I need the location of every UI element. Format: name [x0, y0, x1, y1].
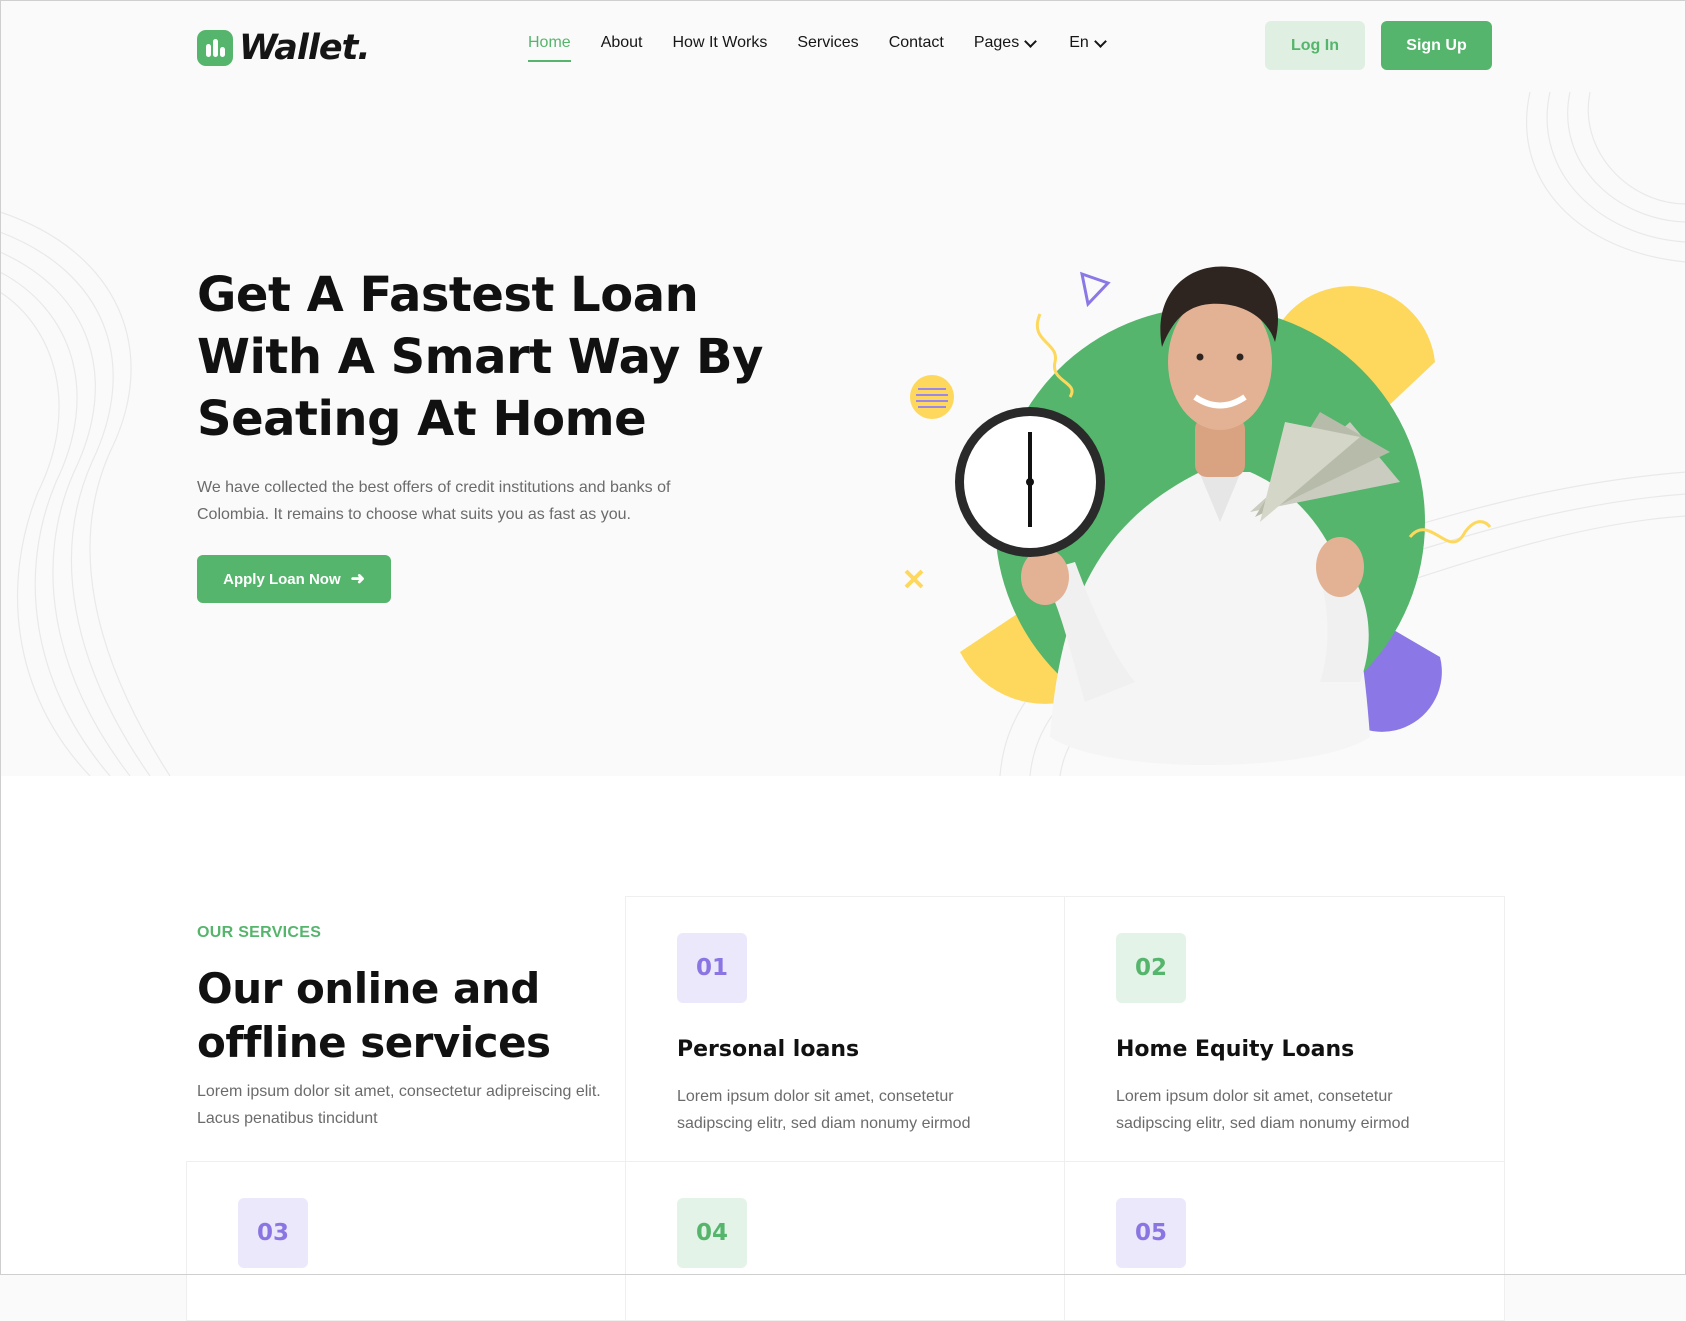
- nav-item-about[interactable]: About: [601, 34, 643, 64]
- nav-item-home[interactable]: Home: [528, 34, 571, 64]
- purple-triangle-outline: [1080, 271, 1111, 308]
- hero-illustration: [904, 266, 1492, 766]
- service-number: 03: [238, 1198, 308, 1268]
- nav-item-how-it-works[interactable]: How It Works: [673, 34, 768, 64]
- hero-description: We have collected the best offers of cre…: [197, 479, 671, 523]
- main-nav: Home About How It Works Services Contact…: [528, 34, 1135, 64]
- apply-loan-button[interactable]: Apply Loan Now ➜: [197, 555, 391, 603]
- signup-button[interactable]: Sign Up: [1381, 21, 1492, 70]
- service-number: 01: [677, 933, 747, 1003]
- service-number: 05: [1116, 1198, 1186, 1268]
- nav-item-services[interactable]: Services: [797, 34, 858, 64]
- service-description: Lorem ipsum dolor sit amet, consetetur s…: [677, 1088, 971, 1132]
- service-card[interactable]: 02 Home Equity Loans Lorem ipsum dolor s…: [1064, 896, 1505, 1162]
- services-kicker: OUR SERVICES: [197, 924, 322, 941]
- services-title: Our online and offline services: [197, 964, 551, 1067]
- service-number: 04: [677, 1198, 747, 1268]
- yellow-striped-dot: [910, 375, 954, 419]
- login-button[interactable]: Log In: [1265, 21, 1365, 70]
- brand-name: Wallet.: [239, 28, 371, 68]
- services-description: Lorem ipsum dolor sit amet, consectetur …: [197, 1083, 601, 1127]
- hero-title: Get A Fastest Loan With A Smart Way By S…: [197, 267, 763, 447]
- site-header: Wallet. Home About How It Works Services…: [0, 0, 1686, 92]
- service-card[interactable]: 03: [186, 1161, 626, 1321]
- yellow-cross: [904, 569, 924, 589]
- arrow-right-icon: ➜: [350, 569, 365, 588]
- chevron-down-icon: [1024, 35, 1038, 48]
- brand-logo[interactable]: Wallet.: [197, 28, 371, 68]
- service-card[interactable]: 05: [1064, 1161, 1505, 1321]
- service-card[interactable]: 01 Personal loans Lorem ipsum dolor sit …: [625, 896, 1065, 1162]
- service-title: Personal loans: [677, 1037, 860, 1062]
- nav-item-contact[interactable]: Contact: [889, 34, 944, 64]
- service-description: Lorem ipsum dolor sit amet, consetetur s…: [1116, 1088, 1410, 1132]
- service-card[interactable]: 04: [625, 1161, 1065, 1321]
- chevron-down-icon: [1093, 35, 1107, 48]
- logo-icon: [197, 30, 233, 66]
- services-section: OUR SERVICES Our online and offline serv…: [0, 776, 1686, 1321]
- hero-section: Get A Fastest Loan With A Smart Way By S…: [0, 92, 1686, 776]
- wall-clock: [955, 407, 1105, 557]
- service-title: Home Equity Loans: [1116, 1037, 1355, 1062]
- nav-item-pages[interactable]: Pages: [974, 34, 1038, 64]
- language-selector[interactable]: En: [1069, 34, 1107, 64]
- service-number: 02: [1116, 933, 1186, 1003]
